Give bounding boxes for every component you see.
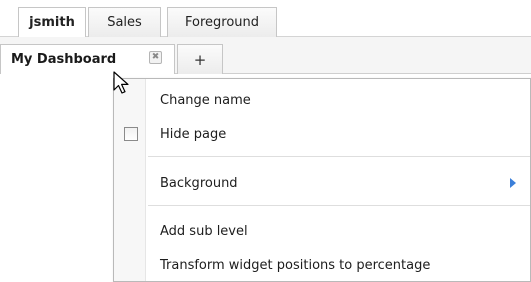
menu-item-transform-widget-positions[interactable]: Transform widget positions to percentage (114, 248, 530, 282)
menu-item-hide-page[interactable]: Hide page (114, 117, 530, 151)
tab-foreground[interactable]: Foreground (167, 7, 277, 37)
dashboard-tab-bar: My Dashboard ✖ + (0, 37, 531, 74)
tab-my-dashboard[interactable]: My Dashboard ✖ (0, 44, 175, 74)
hide-page-checkbox[interactable] (124, 127, 138, 141)
context-menu: Change name Hide page Background Add sub… (113, 78, 531, 282)
menu-item-label: Background (160, 175, 238, 191)
close-tab-icon[interactable]: ✖ (149, 51, 162, 64)
tab-label: Sales (107, 15, 142, 30)
menu-item-label: Hide page (160, 126, 227, 142)
menu-separator (148, 205, 530, 206)
menu-item-label: Change name (160, 92, 251, 108)
tab-label: My Dashboard (11, 52, 117, 67)
tab-label: Foreground (184, 15, 260, 30)
tab-label: jsmith (29, 15, 75, 30)
tab-sales[interactable]: Sales (88, 7, 161, 37)
menu-separator (148, 156, 530, 157)
tab-jsmith[interactable]: jsmith (18, 7, 86, 37)
menu-item-add-sub-level[interactable]: Add sub level (114, 214, 530, 248)
menu-item-label: Transform widget positions to percentage (160, 257, 431, 273)
menu-item-label: Add sub level (160, 223, 248, 239)
top-tab-bar: jsmith Sales Foreground (0, 0, 531, 37)
menu-item-change-name[interactable]: Change name (114, 83, 530, 117)
add-tab-button[interactable]: + (177, 44, 223, 74)
submenu-arrow-icon (510, 178, 516, 188)
menu-item-background[interactable]: Background (114, 166, 530, 200)
mouse-cursor-icon (113, 71, 129, 94)
plus-icon: + (193, 50, 207, 69)
